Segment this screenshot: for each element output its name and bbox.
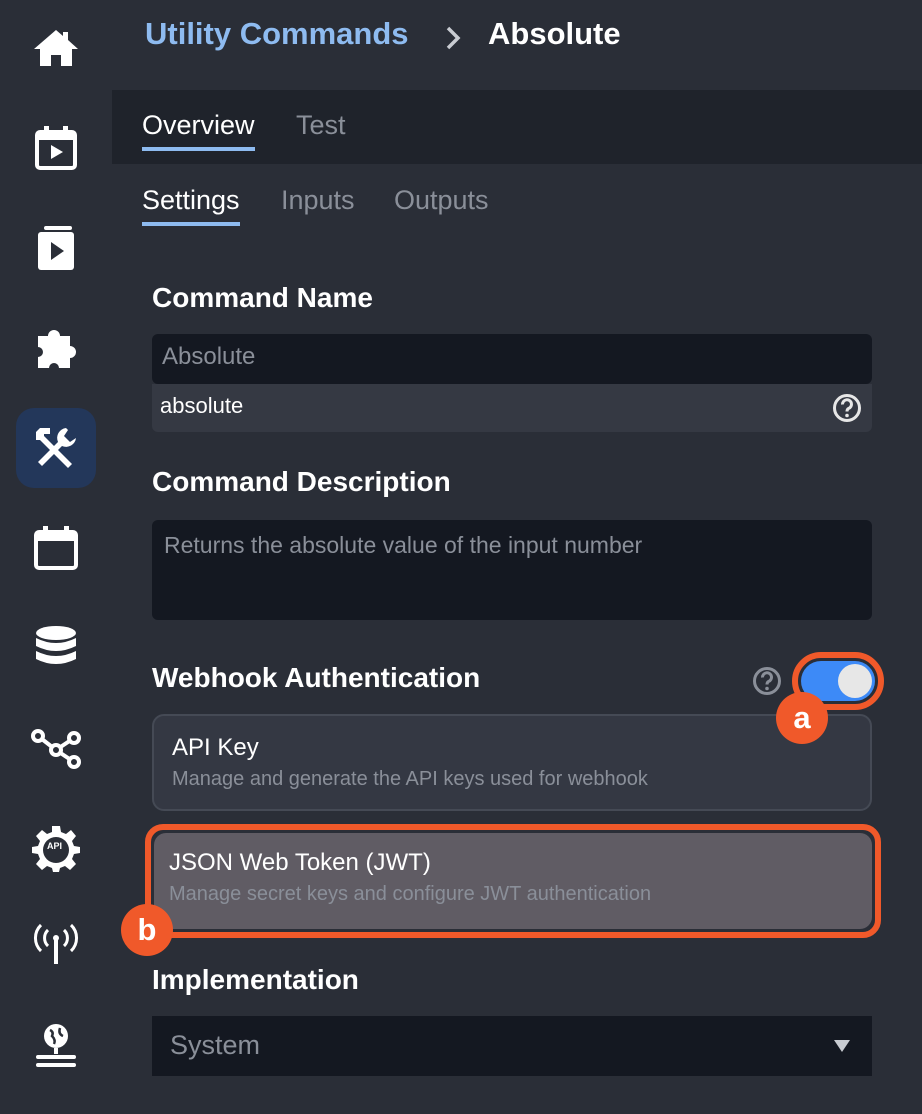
subtab-settings[interactable]: Settings: [142, 185, 240, 226]
api-key-card[interactable]: API Key Manage and generate the API keys…: [152, 714, 872, 811]
broadcast-icon: [34, 923, 78, 964]
implementation-title: Implementation: [152, 964, 359, 995]
webhook-authentication-title: Webhook Authentication: [152, 662, 481, 693]
nav-utility-commands[interactable]: [16, 408, 96, 488]
api-badge-text: API: [47, 841, 63, 851]
nav-playlists[interactable]: [16, 208, 96, 288]
command-slug: absolute: [160, 393, 244, 418]
tab-test[interactable]: Test: [296, 110, 346, 141]
subtab-inputs[interactable]: Inputs: [281, 185, 355, 216]
toggle-knob: [838, 664, 872, 698]
top-tab-bar: Overview Test: [112, 90, 922, 164]
nav-global[interactable]: [16, 1006, 96, 1086]
tab-active-indicator: [142, 147, 255, 151]
implementation-select-value: System: [170, 1030, 261, 1060]
database-icon: [36, 626, 76, 664]
subtab-settings-label: Settings: [142, 185, 240, 215]
tab-test-label: Test: [296, 110, 346, 140]
subtab-active-indicator: [142, 222, 240, 226]
puzzle-icon: [38, 330, 76, 368]
nav-connections[interactable]: [16, 708, 96, 788]
globe-server-icon: [36, 1024, 76, 1067]
caret-down-icon: [834, 1040, 850, 1052]
nav-database[interactable]: [16, 608, 96, 688]
command-slug-row: absolute: [152, 384, 872, 432]
api-key-card-subtitle: Manage and generate the API keys used fo…: [172, 768, 648, 790]
main-content: Overview Test Settings Inputs Outputs Co…: [112, 90, 922, 1114]
tab-overview-label: Overview: [142, 110, 255, 140]
sidebar: API: [0, 0, 112, 1114]
implementation-select[interactable]: System: [152, 1016, 872, 1076]
breadcrumb-parent-link[interactable]: Utility Commands: [145, 16, 409, 52]
home-icon: [34, 30, 78, 66]
command-description-title: Command Description: [152, 466, 451, 497]
tab-overview[interactable]: Overview: [142, 110, 255, 151]
webhook-help-icon[interactable]: [752, 666, 782, 696]
scheduled-video-icon: [35, 126, 77, 170]
tools-icon: [36, 428, 76, 468]
jwt-card[interactable]: JSON Web Token (JWT) Manage secret keys …: [154, 833, 872, 929]
command-name-input[interactable]: Absolute: [152, 334, 872, 384]
jwt-card-title: JSON Web Token (JWT): [169, 849, 431, 876]
calendar-icon: [34, 526, 78, 570]
nav-calendar[interactable]: [16, 508, 96, 588]
share-nodes-icon: [31, 729, 81, 769]
help-icon[interactable]: [832, 393, 862, 423]
subtab-inputs-label: Inputs: [281, 185, 355, 215]
callout-b: b: [121, 904, 173, 956]
nav-extensions[interactable]: [16, 308, 96, 388]
nav-broadcast[interactable]: [16, 902, 96, 982]
subtab-outputs[interactable]: Outputs: [394, 185, 489, 216]
chevron-right-icon: [446, 26, 461, 50]
page-title: Absolute: [488, 16, 621, 51]
nav-api-settings[interactable]: API: [16, 808, 96, 888]
jwt-card-subtitle: Manage secret keys and configure JWT aut…: [169, 883, 652, 905]
breadcrumb: Utility Commands Absolute: [112, 0, 922, 90]
api-key-card-title: API Key: [172, 734, 259, 761]
nav-scheduled-videos[interactable]: [16, 108, 96, 188]
command-name-title: Command Name: [152, 282, 373, 313]
callout-a: a: [776, 692, 828, 744]
subtab-outputs-label: Outputs: [394, 185, 489, 215]
command-description-textarea[interactable]: Returns the absolute value of the input …: [152, 520, 872, 620]
nav-home[interactable]: [16, 8, 96, 88]
jwt-card-highlight: JSON Web Token (JWT) Manage secret keys …: [145, 824, 881, 938]
playlist-icon: [38, 226, 74, 270]
